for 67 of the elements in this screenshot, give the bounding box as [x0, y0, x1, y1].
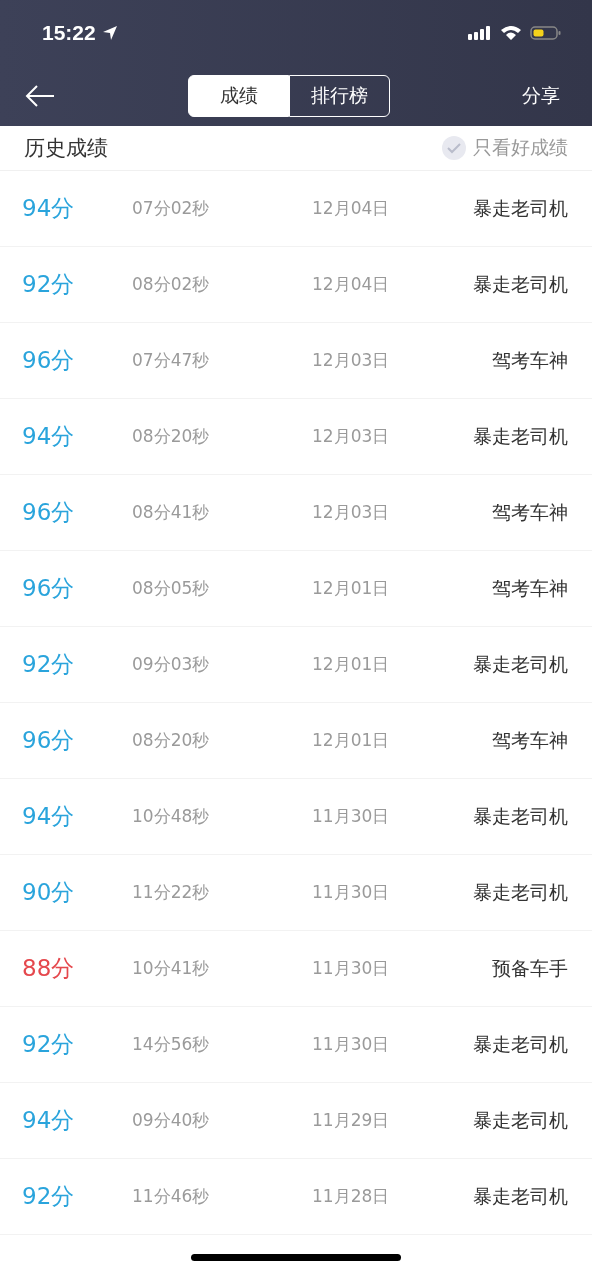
duration: 10分48秒: [132, 805, 211, 828]
score: 94分: [22, 802, 76, 831]
battery-icon: [530, 25, 562, 41]
score: 92分: [22, 650, 76, 679]
exam-date: 12月01日: [312, 653, 391, 676]
exam-date: 12月01日: [312, 577, 391, 600]
segment-tab[interactable]: 排行榜: [289, 75, 390, 117]
wifi-icon: [500, 25, 522, 41]
share-button[interactable]: 分享: [522, 83, 560, 109]
rank-title: 暴走老司机: [472, 1031, 568, 1057]
score: 90分: [22, 878, 76, 907]
score: 96分: [22, 346, 76, 375]
rank-title: 暴走老司机: [472, 1107, 568, 1133]
location-arrow-icon: [101, 25, 118, 41]
duration: 08分05秒: [132, 577, 211, 600]
rank-title: 暴走老司机: [472, 195, 568, 221]
score: 94分: [22, 422, 76, 451]
score: 92分: [22, 1030, 76, 1059]
exam-date: 11月28日: [312, 1185, 391, 1208]
exam-date: 12月04日: [312, 273, 391, 296]
score: 96分: [22, 726, 76, 755]
rank-title: 暴走老司机: [472, 423, 568, 449]
duration: 07分47秒: [132, 349, 211, 372]
signal-icon: [468, 25, 492, 41]
duration: 10分41秒: [132, 957, 211, 980]
duration: 11分22秒: [132, 881, 211, 904]
exam-date: 11月30日: [312, 957, 391, 980]
exam-date: 11月30日: [312, 1033, 391, 1056]
score: 96分: [22, 574, 76, 603]
rank-title: 驾考车神: [491, 727, 568, 753]
duration: 08分20秒: [132, 729, 211, 752]
exam-date: 11月30日: [312, 881, 391, 904]
exam-date: 12月04日: [312, 197, 391, 220]
duration: 08分02秒: [132, 273, 211, 296]
section-title: 历史成绩: [24, 135, 108, 162]
duration: 07分02秒: [132, 197, 211, 220]
rank-title: 暴走老司机: [472, 271, 568, 297]
exam-date: 12月03日: [312, 349, 391, 372]
rank-title: 暴走老司机: [472, 651, 568, 677]
back-arrow-icon[interactable]: [24, 84, 56, 108]
duration: 08分41秒: [132, 501, 211, 524]
duration: 11分46秒: [132, 1185, 211, 1208]
exam-date: 12月01日: [312, 729, 391, 752]
rank-title: 暴走老司机: [472, 803, 568, 829]
score: 88分: [22, 954, 76, 983]
rank-title: 暴走老司机: [472, 879, 568, 905]
rank-title: 驾考车神: [491, 575, 568, 601]
checkbox-icon[interactable]: [441, 135, 467, 161]
duration: 14分56秒: [132, 1033, 211, 1056]
duration: 09分03秒: [132, 653, 211, 676]
score: 92分: [22, 1182, 76, 1211]
exam-date: 11月29日: [312, 1109, 391, 1132]
exam-date: 12月03日: [312, 425, 391, 448]
segment-tab[interactable]: 成绩: [188, 75, 289, 117]
exam-date: 12月03日: [312, 501, 391, 524]
status-time: 15:22: [42, 21, 96, 45]
rank-title: 预备车手: [491, 955, 568, 981]
rank-title: 驾考车神: [491, 499, 568, 525]
rank-title: 暴走老司机: [472, 1183, 568, 1209]
score: 94分: [22, 194, 76, 223]
duration: 09分40秒: [132, 1109, 211, 1132]
score: 96分: [22, 498, 76, 527]
score: 92分: [22, 270, 76, 299]
score: 94分: [22, 1106, 76, 1135]
rank-title: 驾考车神: [491, 347, 568, 373]
exam-date: 11月30日: [312, 805, 391, 828]
duration: 08分20秒: [132, 425, 211, 448]
